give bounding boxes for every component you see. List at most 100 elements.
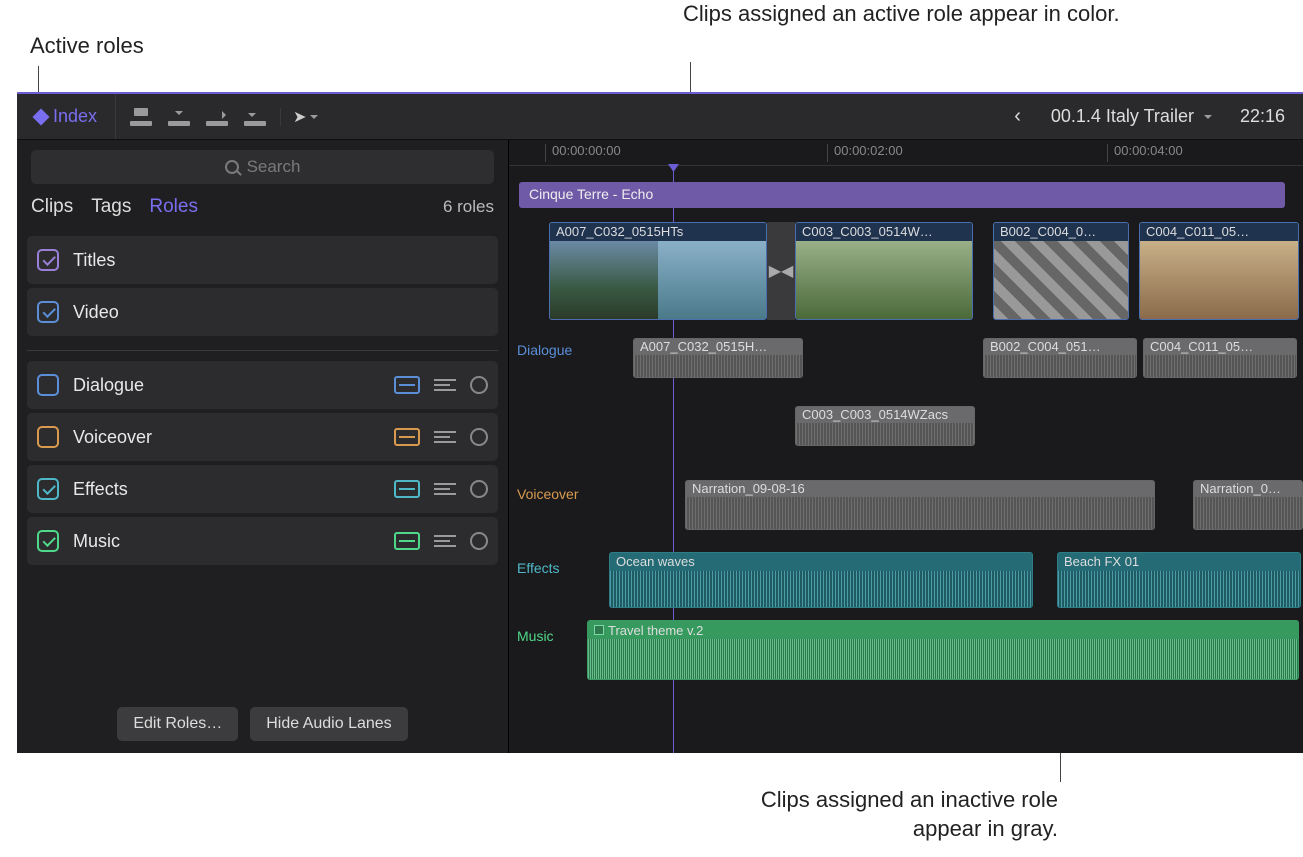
- timeline[interactable]: 00:00:00:00 00:00:02:00 00:00:04:00 Cinq…: [509, 140, 1303, 753]
- lane-view-icon[interactable]: [394, 428, 420, 446]
- role-row-video[interactable]: Video: [27, 288, 498, 336]
- insert-clip-icon[interactable]: [168, 108, 190, 126]
- video-clip[interactable]: C004_C011_05…: [1139, 222, 1299, 320]
- transition-icon[interactable]: ▶◀: [767, 222, 795, 320]
- lane-view-icon[interactable]: [394, 480, 420, 498]
- lane-label-dialogue: Dialogue: [517, 342, 572, 358]
- chevron-down-icon: [1204, 115, 1212, 123]
- project-name: 00.1.4 Italy Trailer: [1051, 106, 1200, 127]
- role-row-effects[interactable]: Effects: [27, 465, 498, 513]
- subroles-icon[interactable]: [434, 481, 456, 497]
- title-clip[interactable]: Cinque Terre - Echo: [519, 182, 1285, 208]
- effects-clip[interactable]: Ocean waves: [609, 552, 1033, 608]
- sidebar-footer: Edit Roles… Hide Audio Lanes: [17, 695, 508, 753]
- dialogue-clip[interactable]: C004_C011_05…: [1143, 338, 1297, 378]
- time-ruler[interactable]: 00:00:00:00 00:00:02:00 00:00:04:00: [509, 140, 1303, 166]
- role-checkbox[interactable]: [37, 478, 59, 500]
- tab-roles[interactable]: Roles: [149, 196, 198, 218]
- lane-view-icon[interactable]: [394, 532, 420, 550]
- effects-clip[interactable]: Beach FX 01: [1057, 552, 1301, 608]
- tab-clips[interactable]: Clips: [31, 196, 73, 218]
- subroles-icon[interactable]: [434, 377, 456, 393]
- clip-label: Narration_0…: [1194, 481, 1302, 497]
- pointer-icon: ➤: [293, 107, 306, 127]
- index-label: Index: [53, 106, 97, 127]
- ruler-tick: 00:00:04:00: [1107, 144, 1183, 162]
- video-clip[interactable]: B002_C004_0…: [993, 222, 1129, 320]
- index-diamond-icon: [33, 108, 50, 125]
- role-row-music[interactable]: Music: [27, 517, 498, 565]
- role-checkbox[interactable]: [37, 249, 59, 271]
- music-clip[interactable]: Travel theme v.2: [587, 620, 1299, 680]
- video-clip[interactable]: C003_C003_0514W…: [795, 222, 973, 320]
- annotation-active-color: Clips assigned an active role appear in …: [683, 0, 1120, 29]
- role-label: Titles: [73, 250, 488, 271]
- role-checkbox[interactable]: [37, 301, 59, 323]
- edit-roles-button[interactable]: Edit Roles…: [117, 707, 238, 741]
- clip-label: B002_C004_051…: [984, 339, 1136, 355]
- focus-role-icon[interactable]: [470, 532, 488, 550]
- lane-label-music: Music: [517, 628, 554, 644]
- index-button[interactable]: Index: [17, 94, 116, 139]
- role-label: Voiceover: [73, 427, 394, 448]
- role-label: Effects: [73, 479, 394, 500]
- subroles-icon[interactable]: [434, 533, 456, 549]
- clip-label: Travel theme v.2: [588, 621, 1298, 639]
- search-input[interactable]: Search: [31, 150, 494, 184]
- roles-count: 6 roles: [443, 197, 494, 217]
- subroles-icon[interactable]: [434, 429, 456, 445]
- divider: [27, 350, 498, 351]
- toolbar-layout-icons: [116, 108, 281, 126]
- index-tabs: Clips Tags Roles 6 roles: [17, 184, 508, 226]
- connect-clip-icon[interactable]: [130, 108, 152, 126]
- append-clip-icon[interactable]: [206, 108, 228, 126]
- clip-label: C004_C011_05…: [1144, 339, 1296, 355]
- clip-label: Narration_09-08-16: [686, 481, 1154, 497]
- annotation-active-roles: Active roles: [30, 32, 144, 61]
- timeline-tracks: Cinque Terre - Echo A007_C032_0515HTs ▶◀…: [509, 166, 1303, 753]
- dialogue-clip[interactable]: B002_C004_051…: [983, 338, 1137, 378]
- index-sidebar: Search Clips Tags Roles 6 roles Titles V…: [17, 140, 509, 753]
- role-checkbox[interactable]: [37, 530, 59, 552]
- clip-label: A007_C032_0515HTs: [550, 223, 766, 241]
- focus-role-icon[interactable]: [470, 376, 488, 394]
- prev-edit-button[interactable]: ‹: [994, 94, 1041, 139]
- role-row-voiceover[interactable]: Voiceover: [27, 413, 498, 461]
- toolbar: Index ➤ ‹ 00.1.4 Italy Trailer 22:16: [17, 94, 1303, 140]
- clip-label: C003_C003_0514WZacs: [796, 407, 974, 423]
- roles-list: Titles Video Dialogue: [17, 226, 508, 695]
- clip-label: Beach FX 01: [1058, 553, 1300, 571]
- focus-role-icon[interactable]: [470, 428, 488, 446]
- overwrite-clip-icon[interactable]: [244, 108, 266, 126]
- chevron-down-icon: [310, 115, 318, 123]
- ruler-tick: 00:00:02:00: [827, 144, 903, 162]
- dialogue-clip[interactable]: C003_C003_0514WZacs: [795, 406, 975, 446]
- clip-label: A007_C032_0515H…: [634, 339, 802, 355]
- voiceover-clip[interactable]: Narration_09-08-16: [685, 480, 1155, 530]
- role-row-titles[interactable]: Titles: [27, 236, 498, 284]
- clip-label: C004_C011_05…: [1140, 223, 1298, 241]
- role-label: Dialogue: [73, 375, 394, 396]
- lane-view-icon[interactable]: [394, 376, 420, 394]
- role-label: Music: [73, 531, 394, 552]
- role-row-dialogue[interactable]: Dialogue: [27, 361, 498, 409]
- compound-clip-icon: [594, 625, 604, 635]
- hide-audio-lanes-button[interactable]: Hide Audio Lanes: [250, 707, 407, 741]
- tool-selector[interactable]: ➤: [281, 94, 330, 139]
- dialogue-clip[interactable]: A007_C032_0515H…: [633, 338, 803, 378]
- annotation-inactive-gray: Clips assigned an inactive role appear i…: [758, 786, 1058, 843]
- project-name-dropdown[interactable]: 00.1.4 Italy Trailer: [1041, 94, 1222, 139]
- voiceover-clip[interactable]: Narration_0…: [1193, 480, 1303, 530]
- playhead-head-icon: [668, 164, 679, 172]
- clip-label: B002_C004_0…: [994, 223, 1128, 241]
- tab-tags[interactable]: Tags: [91, 196, 131, 218]
- role-checkbox[interactable]: [37, 374, 59, 396]
- app-window: Index ➤ ‹ 00.1.4 Italy Trailer 22:16 Sea…: [17, 92, 1303, 753]
- lane-label-voiceover: Voiceover: [517, 486, 578, 502]
- focus-role-icon[interactable]: [470, 480, 488, 498]
- video-clip[interactable]: A007_C032_0515HTs: [549, 222, 767, 320]
- ruler-tick: 00:00:00:00: [545, 144, 621, 162]
- role-checkbox[interactable]: [37, 426, 59, 448]
- timecode-display: 22:16: [1222, 106, 1303, 127]
- role-label: Video: [73, 302, 488, 323]
